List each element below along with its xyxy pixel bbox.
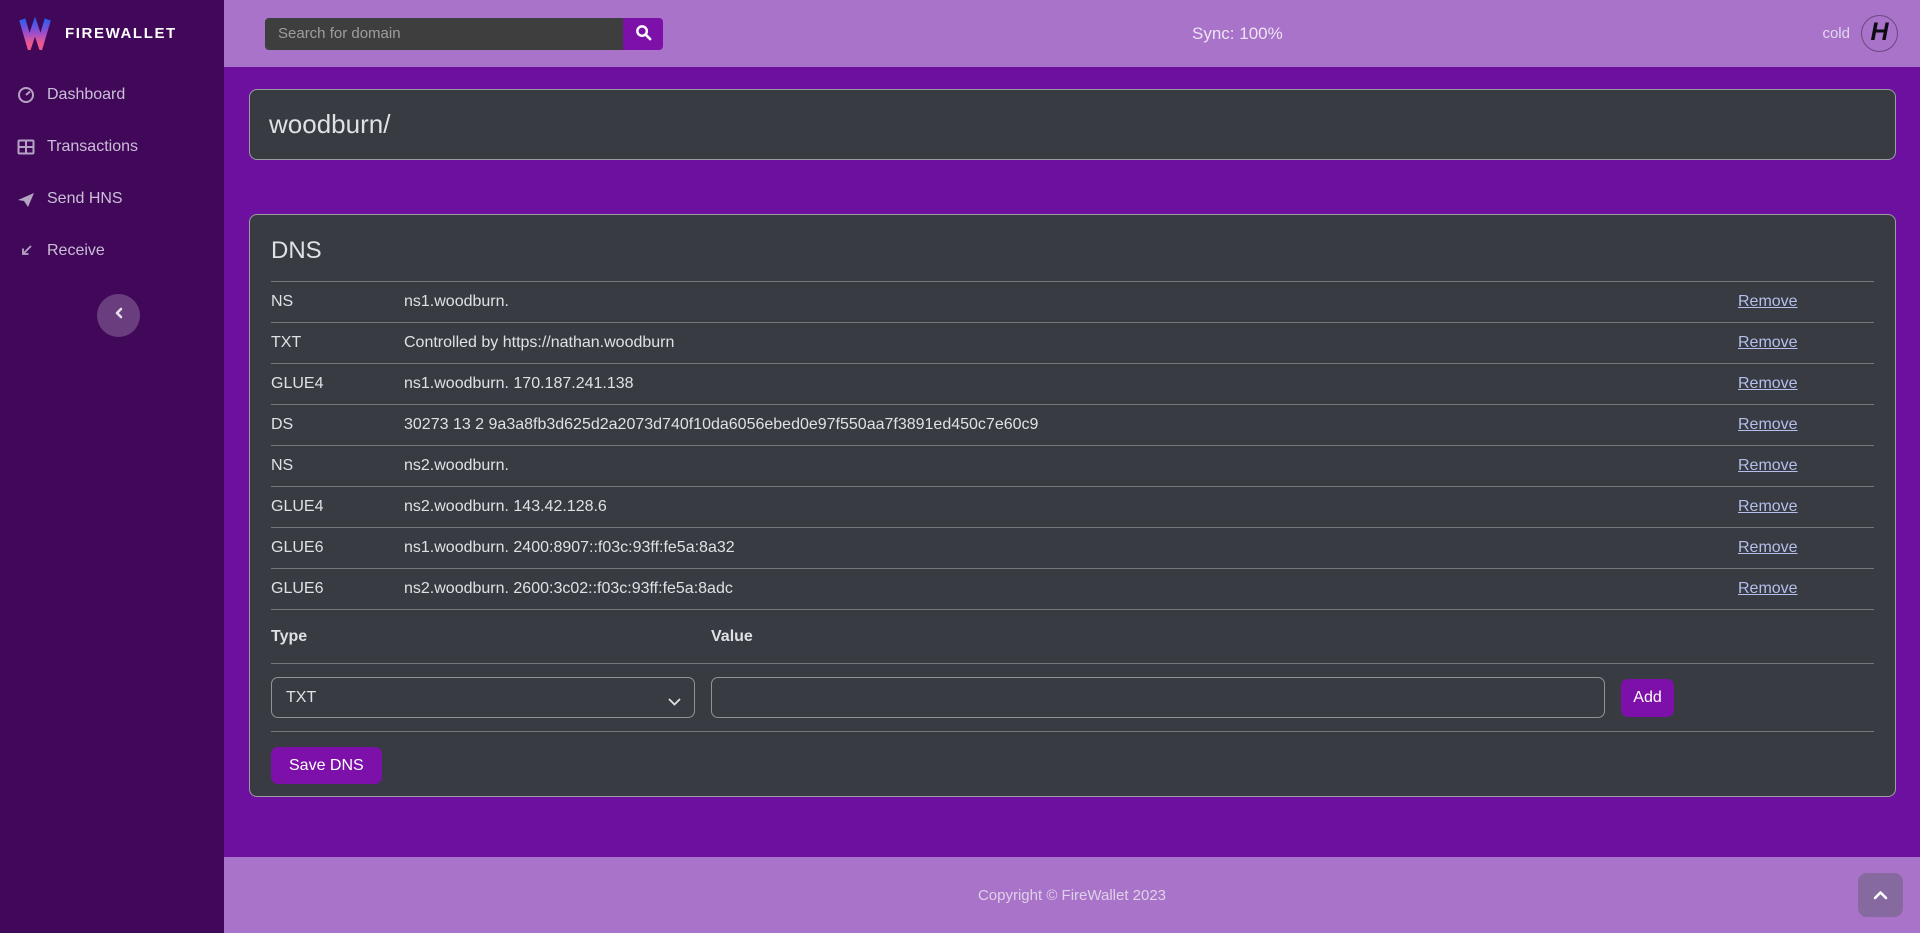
record-type: GLUE4 [271, 375, 404, 393]
record-value-input[interactable] [711, 677, 1605, 718]
remove-link[interactable]: Remove [1738, 334, 1798, 351]
dns-record-row: NS ns1.woodburn. Remove [271, 281, 1874, 322]
add-record-form: TXT Add [271, 663, 1874, 732]
record-value: 30273 13 2 9a3a8fb3d625d2a2073d740f10da6… [404, 416, 1738, 434]
receive-arrow-icon [16, 243, 36, 259]
dns-panel-title: DNS [271, 231, 1874, 281]
sidebar-item-label: Receive [47, 242, 105, 260]
domain-title-card: woodburn/ [249, 89, 1896, 160]
record-type: NS [271, 293, 404, 311]
wallet-indicator: cold H [1822, 15, 1920, 52]
sidebar-item-label: Send HNS [47, 190, 123, 208]
dns-record-row: GLUE4 ns1.woodburn. 170.187.241.138 Remo… [271, 363, 1874, 404]
record-type: TXT [271, 334, 404, 352]
value-column-header: Value [711, 628, 753, 646]
brand[interactable]: FIREWALLET [0, 0, 224, 67]
dns-record-row: DS 30273 13 2 9a3a8fb3d625d2a2073d740f10… [271, 404, 1874, 445]
record-value: ns1.woodburn. [404, 293, 1738, 311]
record-value: ns1.woodburn. 2400:8907::f03c:93ff:fe5a:… [404, 539, 1738, 557]
sidebar-item-label: Dashboard [47, 86, 125, 104]
firewallet-w-logo-icon [18, 13, 52, 55]
record-type: GLUE4 [271, 498, 404, 516]
record-value: ns2.woodburn. 2600:3c02::f03c:93ff:fe5a:… [404, 580, 1738, 598]
record-value: ns2.woodburn. 143.42.128.6 [404, 498, 1738, 516]
search-icon [635, 24, 652, 44]
sidebar-item-transactions[interactable]: Transactions [0, 121, 224, 173]
send-plane-icon [16, 191, 36, 208]
sidebar-nav: Dashboard Transactions S [0, 69, 224, 277]
dns-records-table: NS ns1.woodburn. Remove TXT Controlled b… [271, 281, 1874, 609]
topbar: Sync: 100% cold H [224, 0, 1920, 67]
record-value: ns1.woodburn. 170.187.241.138 [404, 375, 1738, 393]
remove-link[interactable]: Remove [1738, 457, 1798, 474]
remove-link[interactable]: Remove [1738, 375, 1798, 392]
dns-record-row: GLUE6 ns1.woodburn. 2400:8907::f03c:93ff… [271, 527, 1874, 568]
record-value: ns2.woodburn. [404, 457, 1738, 475]
record-value: Controlled by https://nathan.woodburn [404, 334, 1738, 352]
domain-search-input[interactable] [265, 18, 623, 50]
sidebar-item-label: Transactions [47, 138, 138, 156]
search-button[interactable] [623, 18, 663, 50]
dns-record-row: TXT Controlled by https://nathan.woodbur… [271, 322, 1874, 363]
type-column-header: Type [271, 628, 711, 646]
record-type: GLUE6 [271, 539, 404, 557]
sidebar-collapse-button[interactable] [97, 294, 140, 337]
handshake-glyph: H [1870, 20, 1888, 45]
sidebar-item-send-hns[interactable]: Send HNS [0, 173, 224, 225]
dns-record-row: GLUE4 ns2.woodburn. 143.42.128.6 Remove [271, 486, 1874, 527]
record-type: NS [271, 457, 404, 475]
sync-status: Sync: 100% [1192, 24, 1283, 44]
save-dns-button[interactable]: Save DNS [271, 747, 382, 784]
footer: Copyright © FireWallet 2023 [224, 857, 1920, 933]
remove-link[interactable]: Remove [1738, 416, 1798, 433]
brand-name: FIREWALLET [65, 25, 177, 42]
dns-record-row: GLUE6 ns2.woodburn. 2600:3c02::f03c:93ff… [271, 568, 1874, 609]
record-type: DS [271, 416, 404, 434]
scroll-to-top-button[interactable] [1858, 873, 1903, 917]
sidebar: FIREWALLET Dashboard [0, 0, 224, 933]
handshake-logo-icon[interactable]: H [1861, 15, 1898, 52]
dashboard-gauge-icon [16, 86, 36, 104]
main-content: woodburn/ DNS NS ns1.woodburn. Remove TX… [224, 67, 1920, 857]
remove-link[interactable]: Remove [1738, 293, 1798, 310]
content-column: Sync: 100% cold H woodburn/ DNS NS ns1. [224, 0, 1920, 933]
domain-search [265, 18, 663, 50]
chevron-up-icon [1873, 888, 1888, 903]
remove-link[interactable]: Remove [1738, 498, 1798, 515]
wallet-name-label: cold [1822, 25, 1850, 42]
sidebar-item-dashboard[interactable]: Dashboard [0, 69, 224, 121]
record-type: GLUE6 [271, 580, 404, 598]
record-type-select[interactable]: TXT [271, 677, 695, 718]
remove-link[interactable]: Remove [1738, 539, 1798, 556]
dns-record-row: NS ns2.woodburn. Remove [271, 445, 1874, 486]
remove-link[interactable]: Remove [1738, 580, 1798, 597]
add-record-button[interactable]: Add [1621, 679, 1674, 717]
copyright-text: Copyright © FireWallet 2023 [978, 887, 1166, 904]
app-window: FIREWALLET Dashboard [0, 0, 1920, 933]
transactions-table-icon [16, 139, 36, 155]
sidebar-item-receive[interactable]: Receive [0, 225, 224, 277]
chevron-left-icon [112, 305, 126, 326]
dns-panel: DNS NS ns1.woodburn. Remove TXT Controll… [249, 214, 1896, 797]
page-title: woodburn/ [269, 109, 390, 140]
add-record-header: Type Value [271, 609, 1874, 663]
